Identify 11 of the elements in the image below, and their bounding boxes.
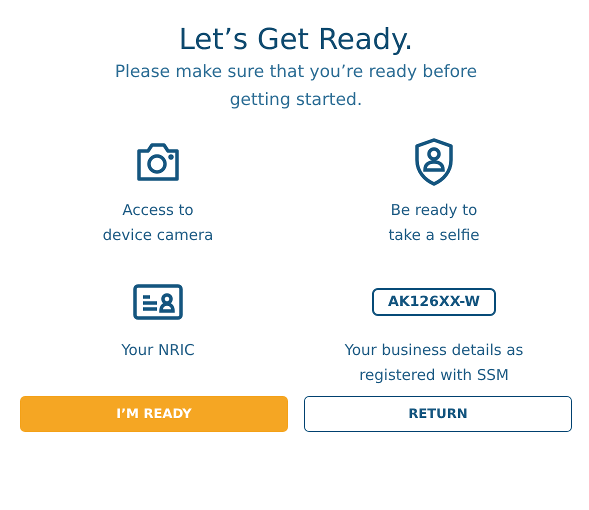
requirement-label: Your NRIC	[121, 340, 195, 361]
requirement-label: Access to device camera	[102, 200, 214, 246]
return-button[interactable]: RETURN	[304, 396, 572, 432]
camera-icon	[135, 141, 181, 183]
requirement-label: Your business details as registered with SSM	[344, 340, 524, 386]
page-title: Let’s Get Ready.	[178, 21, 414, 58]
id-card-icon	[133, 284, 183, 320]
shield-person-icon	[413, 137, 455, 187]
page-subtitle: Please make sure that you’re ready before getting started.	[114, 61, 478, 112]
requirement-label: Be ready to take a selfie	[388, 200, 480, 246]
registration-number-badge: AK126XX-W	[372, 288, 496, 316]
